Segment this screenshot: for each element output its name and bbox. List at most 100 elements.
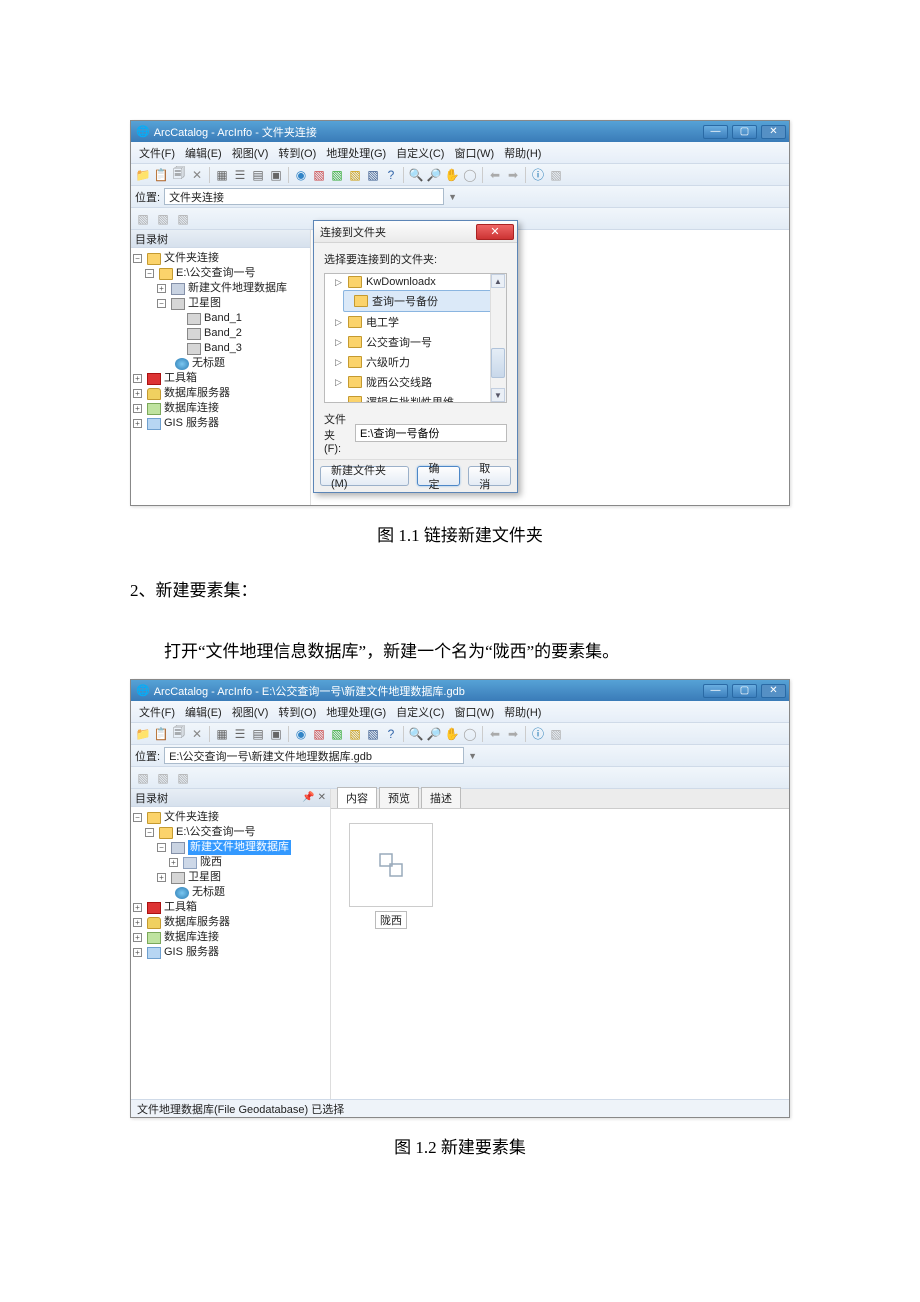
create-thumbnail-icon[interactable]: ▧: [548, 726, 564, 742]
list-icon[interactable]: ☰: [232, 167, 248, 183]
connect-folder-icon[interactable]: 📁: [135, 726, 151, 742]
tree-item-selected[interactable]: 新建文件地理数据库: [188, 840, 291, 855]
globe-icon[interactable]: ◉: [293, 167, 309, 183]
location-input[interactable]: 文件夹连接: [164, 188, 444, 205]
large-icons-icon[interactable]: ▦: [214, 167, 230, 183]
dialog-folder-list[interactable]: ▷KwDownloadx 查询一号备份 ▷电工学 ▷公交查询一号 ▷六级听力 ▷…: [324, 273, 507, 403]
tree-item[interactable]: 卫星图: [188, 296, 221, 311]
copy-icon[interactable]: 🗐: [171, 167, 187, 183]
menu-edit[interactable]: 编辑(E): [181, 702, 226, 722]
full-extent-icon[interactable]: ◯: [462, 167, 478, 183]
ok-button[interactable]: 确定: [417, 466, 460, 486]
back-icon[interactable]: ⬅: [487, 167, 503, 183]
list-item[interactable]: 公交查询一号: [366, 334, 432, 350]
thumbnails-icon[interactable]: ▣: [268, 167, 284, 183]
scroll-down-icon[interactable]: ▼: [491, 388, 505, 402]
menu-help[interactable]: 帮助(H): [500, 143, 545, 163]
tree-item[interactable]: 无标题: [192, 356, 225, 371]
dropdown-icon[interactable]: ▼: [468, 751, 477, 761]
list-item[interactable]: KwDownloadx: [366, 276, 436, 288]
menu-file[interactable]: 文件(F): [135, 143, 179, 163]
forward-icon[interactable]: ➡: [505, 726, 521, 742]
new-folder-button[interactable]: 新建文件夹(M): [320, 466, 409, 486]
details-icon[interactable]: ▤: [250, 726, 266, 742]
tree-item[interactable]: Band_1: [204, 311, 242, 326]
close-button[interactable]: ✕: [761, 684, 786, 698]
close-button[interactable]: ✕: [761, 125, 786, 139]
menu-goto[interactable]: 转到(O): [274, 143, 320, 163]
menu-window[interactable]: 窗口(W): [450, 143, 498, 163]
menu-window[interactable]: 窗口(W): [450, 702, 498, 722]
minimize-button[interactable]: —: [703, 684, 728, 698]
connect-folder-icon[interactable]: 📁: [135, 167, 151, 183]
tree-item[interactable]: Band_2: [204, 326, 242, 341]
identify-icon[interactable]: ⓘ: [530, 726, 546, 742]
help-icon[interactable]: ?: [383, 167, 399, 183]
tab-description[interactable]: 描述: [421, 787, 461, 808]
scrollbar-thumb[interactable]: [491, 348, 505, 378]
tree-item[interactable]: 文件夹连接: [164, 251, 219, 266]
tree-item[interactable]: 无标题: [192, 885, 225, 900]
tree-item[interactable]: 数据库连接: [164, 401, 219, 416]
dataset-thumbnail[interactable]: [349, 823, 433, 907]
zoom-out-icon[interactable]: 🔎: [426, 167, 442, 183]
catalog-tree[interactable]: −文件夹连接 −E:\公交查询一号 +新建文件地理数据库 −卫星图 Band_1…: [131, 248, 310, 505]
tab-contents[interactable]: 内容: [337, 787, 377, 808]
pin-icon[interactable]: 📌: [302, 792, 314, 803]
tree-item[interactable]: E:\公交查询一号: [176, 266, 255, 281]
location-input[interactable]: E:\公交查询一号\新建文件地理数据库.gdb: [164, 747, 464, 764]
scroll-up-icon[interactable]: ▲: [491, 274, 505, 288]
menu-view[interactable]: 视图(V): [228, 702, 273, 722]
metadata-props-icon[interactable]: ▧: [175, 770, 191, 786]
details-icon[interactable]: ▤: [250, 167, 266, 183]
help-icon[interactable]: ?: [383, 726, 399, 742]
tree-item[interactable]: Band_3: [204, 341, 242, 356]
menu-goto[interactable]: 转到(O): [274, 702, 320, 722]
list-item-selected[interactable]: 查询一号备份: [372, 293, 438, 309]
catalog-tree[interactable]: −文件夹连接 −E:\公交查询一号 −新建文件地理数据库 +陇西 +卫星图 无标…: [131, 807, 330, 1099]
tree-item[interactable]: GIS 服务器: [164, 945, 219, 960]
tree-item[interactable]: 卫星图: [188, 870, 221, 885]
dropdown-icon[interactable]: ▼: [448, 192, 457, 202]
list-item[interactable]: 六级听力: [366, 354, 410, 370]
back-icon[interactable]: ⬅: [487, 726, 503, 742]
tree-item[interactable]: 工具箱: [164, 900, 197, 915]
pan-icon[interactable]: ✋: [444, 167, 460, 183]
create-thumbnail-icon[interactable]: ▧: [548, 167, 564, 183]
thumbnail-label[interactable]: 陇西: [375, 911, 407, 929]
maximize-button[interactable]: ▢: [732, 125, 757, 139]
list-icon[interactable]: ☰: [232, 726, 248, 742]
minimize-button[interactable]: —: [703, 125, 728, 139]
zoom-in-icon[interactable]: 🔍: [408, 167, 424, 183]
tab-preview[interactable]: 预览: [379, 787, 419, 808]
list-item[interactable]: 陇西公交线路: [366, 374, 432, 390]
paste-icon[interactable]: 📋: [153, 167, 169, 183]
env-icon[interactable]: ▧: [329, 726, 345, 742]
metadata-edit-icon[interactable]: ▧: [155, 770, 171, 786]
tree-item[interactable]: 数据库服务器: [164, 386, 230, 401]
python-icon[interactable]: ▧: [365, 167, 381, 183]
large-icons-icon[interactable]: ▦: [214, 726, 230, 742]
metadata-icon[interactable]: ▧: [135, 211, 151, 227]
dialog-close-button[interactable]: ✕: [476, 224, 514, 240]
identify-icon[interactable]: ⓘ: [530, 167, 546, 183]
zoom-out-icon[interactable]: 🔎: [426, 726, 442, 742]
list-item[interactable]: 电工学: [366, 314, 399, 330]
arctoolbox-icon[interactable]: ▧: [311, 726, 327, 742]
menu-view[interactable]: 视图(V): [228, 143, 273, 163]
close-panel-icon[interactable]: ✕: [318, 792, 326, 803]
menu-customize[interactable]: 自定义(C): [392, 702, 448, 722]
forward-icon[interactable]: ➡: [505, 167, 521, 183]
metadata-props-icon[interactable]: ▧: [175, 211, 191, 227]
tree-item[interactable]: 数据库服务器: [164, 915, 230, 930]
maximize-button[interactable]: ▢: [732, 684, 757, 698]
model-icon[interactable]: ▧: [347, 726, 363, 742]
zoom-in-icon[interactable]: 🔍: [408, 726, 424, 742]
model-icon[interactable]: ▧: [347, 167, 363, 183]
thumbnails-icon[interactable]: ▣: [268, 726, 284, 742]
cancel-button[interactable]: 取消: [468, 466, 511, 486]
tree-item[interactable]: E:\公交查询一号: [176, 825, 255, 840]
python-icon[interactable]: ▧: [365, 726, 381, 742]
arctoolbox-icon[interactable]: ▧: [311, 167, 327, 183]
delete-icon[interactable]: ✕: [189, 167, 205, 183]
